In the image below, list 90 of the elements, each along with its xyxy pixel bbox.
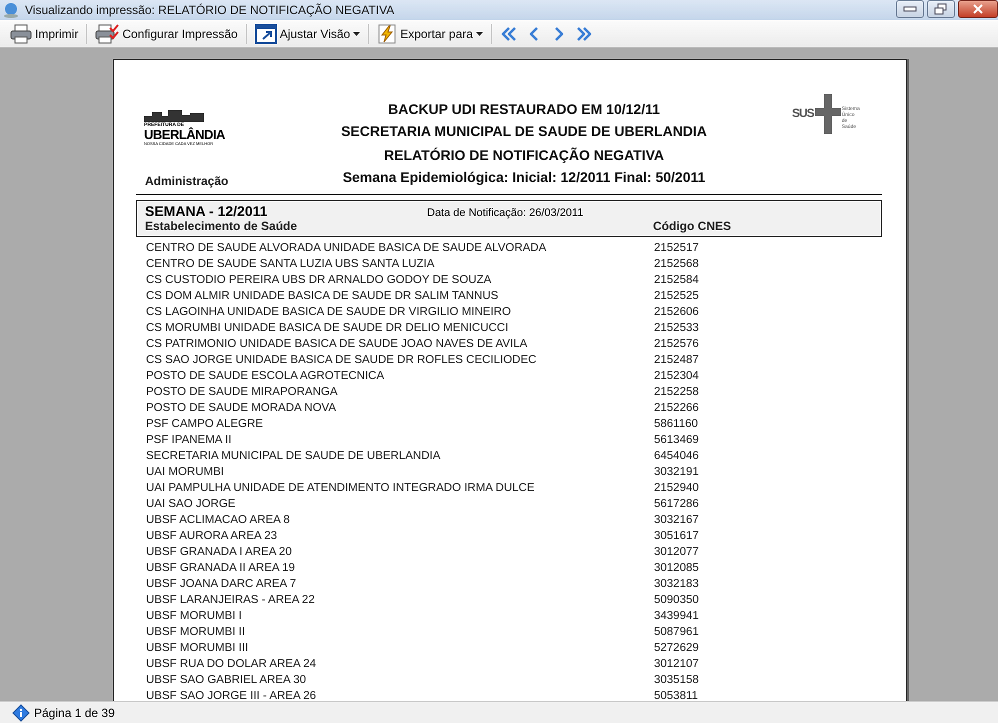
cross-icon — [814, 94, 841, 134]
table-cell: 2152568 — [654, 258, 699, 270]
department-label: Administração — [145, 174, 228, 188]
page-indicator: Página 1 de 39 — [34, 706, 115, 720]
logo-text: UBERLÂNDIA — [144, 128, 226, 141]
table-cell: 5861160 — [654, 418, 698, 430]
week-label: SEMANA - 12/2011 — [145, 203, 268, 219]
table-cell-text: UAI SAO JORGE — [146, 498, 236, 510]
close-button[interactable] — [958, 0, 998, 18]
table-cell-text: CS CUSTODIO PEREIRA UBS DR ARNALDO GODOY DE SOUZA — [146, 274, 492, 286]
table-cell: 2152258 — [654, 386, 699, 398]
table-cell-text: SECRETARIA MUNICIPAL DE SAUDE DE UBERLANDIA — [146, 450, 442, 462]
table-cell-text: POSTO DE SAUDE ESCOLA AGROTECNICA — [146, 370, 386, 382]
table-cell-text: UBSF ACLIMACAO AREA 8 — [146, 514, 291, 526]
report-title: RELATÓRIO DE NOTIFICAÇÃO NEGATIVA — [384, 146, 664, 165]
table-cell: 3035158 — [654, 674, 699, 686]
table-cell-text: UBSF MORUMBI II — [146, 626, 246, 638]
table-cell: 3012085 — [654, 562, 699, 574]
table-cell: 2152606 — [654, 306, 699, 318]
table-cell: 6454046 — [654, 450, 699, 462]
table-cell-text: CENTRO DE SAUDE SANTA LUZIA UBS SANTA LUZIA — [146, 258, 436, 270]
table-cell-text: CS LAGOINHA UNIDADE BASICA DE SAUDE DR VIRGILIO MINEIRO — [146, 306, 512, 318]
table-cell: 3032167 — [654, 514, 699, 526]
table-cell: 5090350 — [654, 594, 699, 606]
table-cell: 5617286 — [654, 498, 699, 510]
table-cell: 5613469 — [654, 434, 699, 446]
table-cell: 3012077 — [654, 546, 699, 558]
table-cell: 5087961 — [654, 626, 699, 638]
table-cell: 2152487 — [654, 354, 699, 366]
week-range: Semana Epidemiológica: Inicial: 12/2011 Final: 50/2011 — [342, 168, 706, 187]
table-cell-text: UBSF SAO JORGE III - AREA 26 — [146, 690, 317, 701]
table-cell-text: UAI MORUMBI — [146, 466, 225, 478]
table-cell-text: UBSF JOANA DARC AREA 7 — [146, 578, 298, 590]
table-cell-text: UBSF RUA DO DOLAR AREA 24 — [146, 658, 318, 670]
table-cell-text: UBSF GRANADA II AREA 19 — [146, 562, 296, 574]
table-cell-text: UBSF LARANJEIRAS - AREA 22 — [146, 594, 316, 606]
table-cell: 3439941 — [654, 610, 699, 622]
column-header: Estabelecimento de Saúde — [145, 219, 298, 233]
table-cell-text: CS DOM ALMIR UNIDADE BASICA DE SAUDE DR SALIM TANNUS — [146, 290, 500, 302]
notification-date: Data de Notificação: 26/03/2011 — [427, 207, 584, 219]
table-cell: 5272629 — [654, 642, 699, 654]
table-cell: 3012107 — [654, 658, 699, 670]
table-cell: 5053811 — [654, 690, 698, 701]
printer-icon — [10, 24, 32, 44]
skyline-icon — [144, 110, 204, 122]
printer-check-icon — [95, 24, 120, 44]
restore-icon — [934, 3, 948, 15]
minimize-icon — [903, 6, 917, 12]
chevron-icon — [574, 24, 593, 42]
table-cell-text: UBSF MORUMBI I — [146, 610, 243, 622]
view-button[interactable]: Ajustar Visão — [252, 24, 362, 44]
column-header: Código CNES — [653, 219, 731, 233]
table-cell: 2152304 — [654, 370, 699, 382]
export-button[interactable]: Exportar para — [375, 24, 485, 44]
table-cell-text: UBSF GRANADA I AREA 20 — [146, 546, 293, 558]
table-cell-text: PSF CAMPO ALEGRE — [146, 418, 264, 430]
chevron-icon — [500, 24, 518, 42]
table-cell-text: UBSF AURORA AREA 23 — [146, 530, 278, 542]
table-cell: 2152266 — [654, 402, 699, 414]
table-cell-text: CS SAO JORGE UNIDADE BASICA DE SAUDE DR ROFLES CECILIODEC — [146, 354, 538, 366]
table-cell: 3051617 — [654, 530, 699, 542]
table-cell: 2152517 — [654, 242, 699, 254]
setup-button[interactable]: Configurar Impressão — [93, 24, 240, 44]
info-icon — [12, 704, 30, 722]
close-icon — [972, 3, 984, 15]
table-cell: 2152533 — [654, 322, 699, 334]
table-cell-text: UBSF MORUMBI III — [146, 642, 250, 654]
print-button[interactable]: Imprimir — [8, 24, 80, 44]
window-title: Visualizando impressão: RELATÓRIO DE NOTIFICAÇÃO NEGATIVA — [25, 3, 396, 17]
table-cell-text: CENTRO DE SAUDE ALVORADA UNIDADE BASICA DE SAUDE ALVORADA — [146, 242, 548, 254]
lightning-page-icon — [377, 24, 398, 44]
table-cell: 2152940 — [654, 482, 699, 494]
table-cell-text: UBSF SAO GABRIEL AREA 30 — [146, 674, 308, 686]
table-cell: 3032183 — [654, 578, 699, 590]
table-cell-text: CS PATRIMONIO UNIDADE BASICA DE SAUDE JOAO NAVES DE AVILA — [146, 338, 528, 350]
table-cell-text: PSF IPANEMA II — [146, 434, 232, 446]
table-cell-text: POSTO DE SAUDE MORADA NOVA — [146, 402, 338, 414]
table-cell: 2152576 — [654, 338, 699, 350]
report-title: BACKUP UDI RESTAURADO EM 10/12/11 — [388, 100, 660, 119]
table-cell-text: CS MORUMBI UNIDADE BASICA DE SAUDE DR DELIO MENICUCCI — [146, 322, 510, 334]
table-cell-text: POSTO DE SAUDE MIRAPORANGA — [146, 386, 338, 398]
minimize-button[interactable] — [896, 0, 924, 18]
table-cell: 2152525 — [654, 290, 699, 302]
restore-button[interactable] — [927, 0, 955, 18]
logo-text: SUS — [792, 106, 814, 120]
table-cell-text: UAI PAMPULHA UNIDADE DE ATENDIMENTO INTEGRADO IRMA DULCE — [146, 482, 536, 494]
table-cell: 2152584 — [654, 274, 699, 286]
report-title: SECRETARIA MUNICIPAL DE SAUDE DE UBERLANDIA — [341, 122, 707, 141]
globe-icon — [3, 2, 19, 18]
table-cell: 3032191 — [654, 466, 699, 478]
